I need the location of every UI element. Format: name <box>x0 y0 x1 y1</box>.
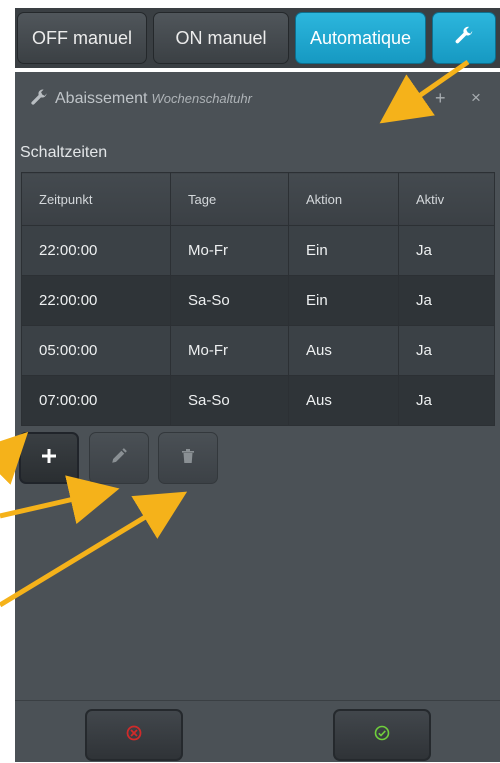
table-cell: Ja <box>398 225 495 276</box>
cancel-circle-icon <box>126 725 142 746</box>
table-cell: 22:00:00 <box>21 225 171 276</box>
edit-button[interactable] <box>89 432 149 484</box>
check-circle-icon <box>374 725 390 746</box>
table-header-row: Zeitpunkt Tage Aktion Aktiv <box>21 172 495 226</box>
table-cell: Aus <box>288 375 399 426</box>
wrench-icon <box>453 25 475 52</box>
confirm-button[interactable] <box>333 709 431 761</box>
table-cell: Sa-So <box>170 375 289 426</box>
table-cell: Mo-Fr <box>170 225 289 276</box>
table-cell: 22:00:00 <box>21 275 171 326</box>
table-row[interactable]: 22:00:00 Mo-Fr Ein Ja <box>21 225 495 276</box>
table-cell: Ja <box>398 375 495 426</box>
schedule-table: Zeitpunkt Tage Aktion Aktiv 22:00:00 Mo-… <box>21 172 495 426</box>
column-header[interactable]: Aktiv <box>398 172 495 226</box>
mode-bar: OFF manuel ON manuel Automatique <box>15 8 500 68</box>
table-cell: Sa-So <box>170 275 289 326</box>
table-cell: 05:00:00 <box>21 325 171 376</box>
plus-icon[interactable]: + <box>435 88 446 109</box>
table-cell: 07:00:00 <box>21 375 171 426</box>
table-row[interactable]: 05:00:00 Mo-Fr Aus Ja <box>21 325 495 376</box>
pencil-icon <box>110 447 128 470</box>
schedule-panel: Abaissement Wochenschaltuhr + × Schaltzei… <box>15 72 500 762</box>
panel-title-text: Abaissement <box>55 90 148 107</box>
table-cell: Mo-Fr <box>170 325 289 376</box>
table-cell: Ja <box>398 325 495 376</box>
settings-button[interactable] <box>432 12 496 64</box>
panel-subtitle: Wochenschaltuhr <box>151 91 252 106</box>
table-cell: Ja <box>398 275 495 326</box>
cancel-button[interactable] <box>85 709 183 761</box>
table-row[interactable]: 22:00:00 Sa-So Ein Ja <box>21 275 495 326</box>
close-icon[interactable]: × <box>471 88 481 108</box>
add-button[interactable] <box>19 432 79 484</box>
table-cell: Aus <box>288 325 399 376</box>
delete-button[interactable] <box>158 432 218 484</box>
table-cell: Ein <box>288 275 399 326</box>
panel-title: Abaissement Wochenschaltuhr <box>55 90 252 108</box>
column-header[interactable]: Zeitpunkt <box>21 172 171 226</box>
dialog-footer <box>15 700 500 763</box>
section-title: Schaltzeiten <box>20 144 108 161</box>
panel-header: Abaissement Wochenschaltuhr + × <box>15 72 500 128</box>
table-cell: Ein <box>288 225 399 276</box>
column-header[interactable]: Tage <box>170 172 289 226</box>
table-row[interactable]: 07:00:00 Sa-So Aus Ja <box>21 375 495 426</box>
plus-icon <box>41 448 57 469</box>
on-manual-button[interactable]: ON manuel <box>153 12 289 64</box>
automatic-button[interactable]: Automatique <box>295 12 426 64</box>
column-header[interactable]: Aktion <box>288 172 399 226</box>
off-manual-button[interactable]: OFF manuel <box>17 12 147 64</box>
wrench-icon <box>29 88 49 113</box>
arrow-to-add <box>0 431 29 485</box>
trash-icon <box>181 448 195 469</box>
